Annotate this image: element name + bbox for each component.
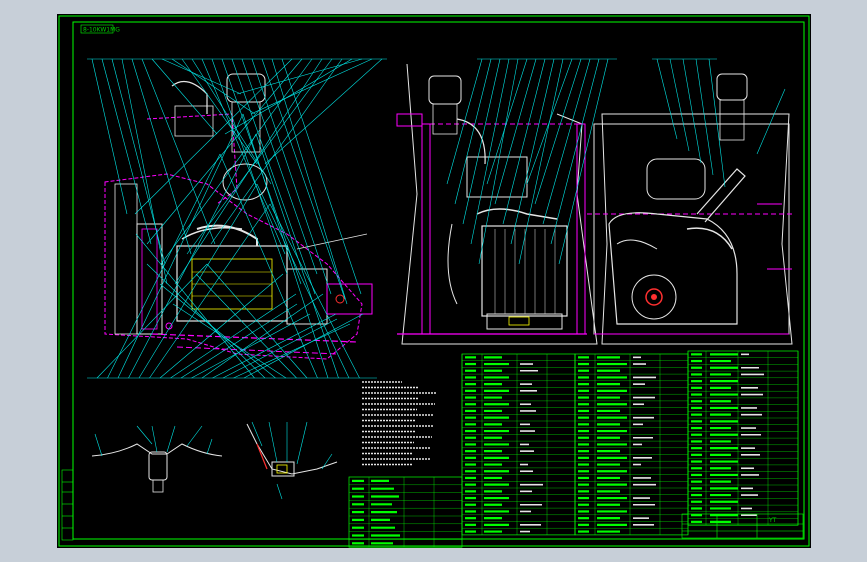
leader-line <box>669 58 690 152</box>
leader-line <box>233 323 351 379</box>
leader-line <box>470 58 510 245</box>
leader-line <box>264 58 383 165</box>
leader-line <box>107 153 221 379</box>
leader-line <box>550 58 600 245</box>
leader-line <box>172 303 287 379</box>
leader-line <box>695 58 714 176</box>
leader-line <box>462 58 501 225</box>
leader-line <box>191 313 311 379</box>
leader-line <box>159 273 284 379</box>
assembly-drawing-canvas[interactable]: 8-10KW1MG YT <box>57 14 811 548</box>
leader-line <box>224 58 353 135</box>
drawing-sheet[interactable]: 8-10KW1MG YT <box>57 14 811 548</box>
parts-table-frame <box>461 353 576 536</box>
side-view-leaders <box>91 58 383 379</box>
leader-line <box>128 133 257 379</box>
leader-line <box>454 58 492 205</box>
leader-line <box>558 58 609 265</box>
leader-line <box>101 58 152 245</box>
parts-list-table-lower <box>348 476 463 548</box>
leader-line <box>121 58 168 285</box>
leader-line <box>236 58 363 95</box>
leader-line <box>250 58 373 115</box>
leader-line <box>756 88 786 155</box>
leader-line <box>222 318 338 379</box>
parts-table-frame <box>574 353 689 536</box>
title-block <box>681 513 804 539</box>
rear-view-leaders <box>652 58 786 188</box>
leader-line <box>534 58 582 205</box>
sheet-label: YT <box>768 517 777 524</box>
rear-view <box>587 73 793 345</box>
cad-viewport[interactable]: 8-10KW1MG YT <box>0 0 867 562</box>
leader-line <box>256 183 350 379</box>
leader-line <box>211 58 288 275</box>
leader-line <box>181 58 258 165</box>
leader-line <box>518 58 564 265</box>
leader-line <box>494 58 537 205</box>
leader-line <box>255 133 339 379</box>
leader-line <box>91 58 128 215</box>
detail-fuel-line <box>246 421 338 500</box>
leader-line <box>135 233 255 379</box>
leader-line <box>502 58 546 225</box>
title-tag: 8-10KW1MG <box>83 27 120 34</box>
technical-notes <box>362 381 436 466</box>
leader-line <box>656 58 678 140</box>
front-view <box>396 63 598 345</box>
front-view-leaders <box>446 58 617 265</box>
parts-table-frame <box>348 476 463 548</box>
parts-list-tables <box>461 350 799 536</box>
leader-line <box>510 58 555 245</box>
detail-fuel-filter <box>91 425 223 493</box>
side-title-strip <box>61 469 74 541</box>
outer-border <box>58 15 810 547</box>
leader-line <box>542 58 591 225</box>
leader-line <box>269 203 360 379</box>
leader-line <box>486 58 528 185</box>
leader-line <box>271 58 348 305</box>
